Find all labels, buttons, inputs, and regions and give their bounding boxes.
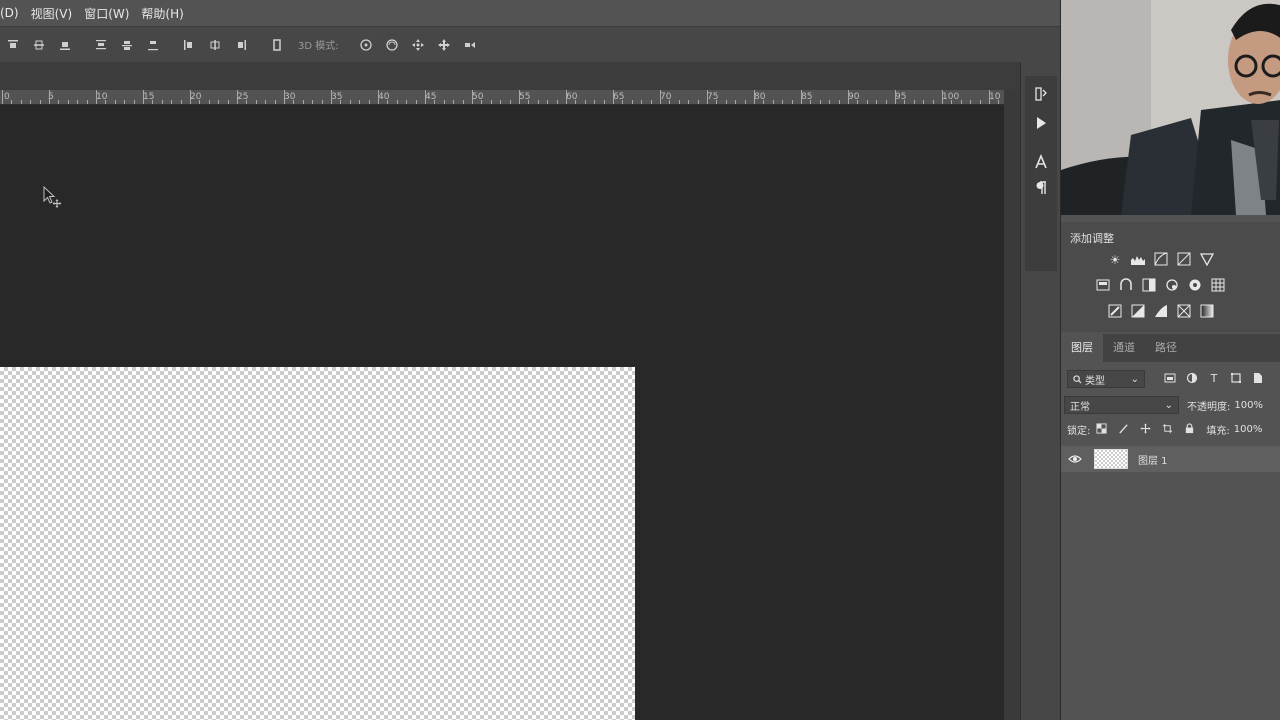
layer-filter-select[interactable]: 类型 ⌄ — [1067, 370, 1145, 388]
exposure-icon[interactable] — [1175, 252, 1193, 268]
threshold-icon[interactable] — [1152, 304, 1170, 320]
menu-item-window[interactable]: 窗口(W) — [78, 5, 135, 22]
brightness-icon[interactable]: ☀ — [1106, 252, 1124, 268]
chevron-down-icon: ⌄ — [1164, 399, 1173, 411]
menu-item-help[interactable]: 帮助(H) — [135, 5, 189, 22]
photo-filter-icon[interactable] — [1163, 278, 1181, 294]
black-white-icon[interactable] — [1140, 278, 1158, 294]
play-actions-icon[interactable] — [1021, 115, 1061, 135]
3d-drag-icon[interactable] — [409, 36, 427, 54]
lock-transparent-icon[interactable] — [1094, 422, 1108, 437]
menu-item-view[interactable]: 视图(V) — [25, 5, 79, 22]
webcam-overlay-image — [1061, 0, 1280, 215]
3d-scale-icon[interactable] — [461, 36, 479, 54]
blend-mode-value: 正常 — [1070, 401, 1090, 413]
history-icon[interactable] — [1021, 86, 1061, 106]
lock-fill-row: 锁定: 填充: 100% — [1061, 422, 1280, 437]
horizontal-ruler: 0 5 10 15 20 25 30 35 40 45 50 55 60 65 … — [0, 90, 1004, 105]
opacity-value[interactable]: 100% — [1234, 400, 1263, 411]
layers-panel-tabs: 图层 通道 路径 — [1061, 334, 1280, 362]
posterize-icon[interactable] — [1129, 304, 1147, 320]
tab-channels[interactable]: 通道 — [1103, 334, 1145, 362]
opacity-label: 不透明度: — [1187, 401, 1231, 413]
align-vcenter-icon[interactable] — [30, 36, 48, 54]
filter-adjustment-icon[interactable] — [1185, 372, 1199, 386]
color-lookup-icon[interactable] — [1209, 278, 1227, 294]
adjustments-row-1: ☀ — [1106, 252, 1221, 268]
vertical-scrollbar[interactable] — [1004, 90, 1020, 720]
fill-value[interactable]: 100% — [1234, 424, 1263, 435]
align-right-icon[interactable] — [232, 36, 250, 54]
menu-bar: (D) 视图(V) 窗口(W) 帮助(H) — [0, 0, 1062, 26]
align-top-icon[interactable] — [4, 36, 22, 54]
color-balance-icon[interactable] — [1117, 278, 1135, 294]
layer-thumbnail — [1094, 449, 1128, 469]
layer-filter-row: 类型 ⌄ T — [1061, 370, 1280, 388]
layers-panel: 图层 通道 路径 类型 ⌄ T 正常 ⌄ 不透明度: 100% 锁定: 填充: … — [1061, 334, 1280, 720]
filter-type-icon[interactable]: T — [1207, 372, 1221, 386]
layer-filter-value-wrap: 类型 — [1073, 372, 1105, 387]
distribute-top-icon[interactable] — [92, 36, 110, 54]
move-cursor-icon — [43, 186, 62, 208]
paragraph-panel-icon[interactable] — [1021, 180, 1061, 200]
blend-opacity-row: 正常 ⌄ 不透明度: 100% — [1061, 396, 1280, 414]
distribute-bottom-icon[interactable] — [144, 36, 162, 54]
align-hcenter-icon[interactable] — [206, 36, 224, 54]
layer-filter-value: 类型 — [1085, 375, 1105, 387]
3d-mode-label: 3D 模式: — [298, 41, 339, 52]
channel-mixer-icon[interactable] — [1186, 278, 1204, 294]
3d-rotate-icon[interactable] — [357, 36, 375, 54]
3d-slide-icon[interactable] — [435, 36, 453, 54]
tab-layers[interactable]: 图层 — [1061, 334, 1103, 362]
lock-image-pixels-icon[interactable] — [1116, 423, 1130, 437]
lock-all-icon[interactable] — [1182, 422, 1196, 437]
levels-icon[interactable] — [1129, 252, 1147, 268]
filter-pixel-icon[interactable] — [1163, 372, 1177, 386]
lock-label: 锁定: — [1067, 426, 1091, 437]
selective-color-icon[interactable] — [1175, 304, 1193, 320]
invert-icon[interactable] — [1106, 304, 1124, 320]
curves-icon[interactable] — [1152, 252, 1170, 268]
adjustments-row-3 — [1106, 304, 1221, 320]
character-panel-icon[interactable] — [1021, 153, 1061, 174]
ruler-ticks — [2, 90, 999, 104]
filter-smart-object-icon[interactable] — [1251, 372, 1265, 386]
fill-label: 填充: — [1206, 426, 1230, 437]
blend-mode-select[interactable]: 正常 ⌄ — [1064, 396, 1179, 414]
collapsed-panel-strip — [1020, 62, 1060, 720]
layer-name[interactable]: 图层 1 — [1138, 452, 1168, 467]
distribute-vcenter-icon[interactable] — [118, 36, 136, 54]
hue-saturation-icon[interactable] — [1094, 278, 1112, 294]
menu-item-image[interactable]: (D) — [0, 6, 25, 20]
vibrance-icon[interactable] — [1198, 252, 1216, 268]
lock-artboard-icon[interactable] — [1160, 423, 1174, 437]
3d-roll-icon[interactable] — [383, 36, 401, 54]
gradient-map-icon[interactable] — [1198, 304, 1216, 320]
auto-align-icon[interactable] — [268, 36, 286, 54]
search-icon — [1073, 374, 1082, 384]
options-bar: 3D 模式: — [0, 26, 1062, 62]
align-bottom-icon[interactable] — [56, 36, 74, 54]
eye-visibility-icon[interactable] — [1068, 454, 1082, 464]
filter-shape-icon[interactable] — [1229, 372, 1243, 386]
tab-paths[interactable]: 路径 — [1145, 334, 1187, 362]
layer-row[interactable]: 图层 1 — [1061, 446, 1280, 472]
adjustments-panel: 添加调整 ☀ — [1061, 222, 1280, 332]
document-tab-strip — [0, 62, 1020, 90]
document-canvas[interactable] — [0, 367, 635, 720]
adjustments-title: 添加调整 — [1070, 232, 1114, 245]
adjustments-row-2 — [1094, 278, 1232, 294]
chevron-down-icon: ⌄ — [1130, 373, 1139, 385]
right-panel: 添加调整 ☀ 图层 通道 路径 类型 ⌄ T 正常 ⌄ 不透明度: 100% 锁… — [1060, 0, 1280, 720]
align-left-icon[interactable] — [180, 36, 198, 54]
lock-position-icon[interactable] — [1138, 422, 1152, 437]
